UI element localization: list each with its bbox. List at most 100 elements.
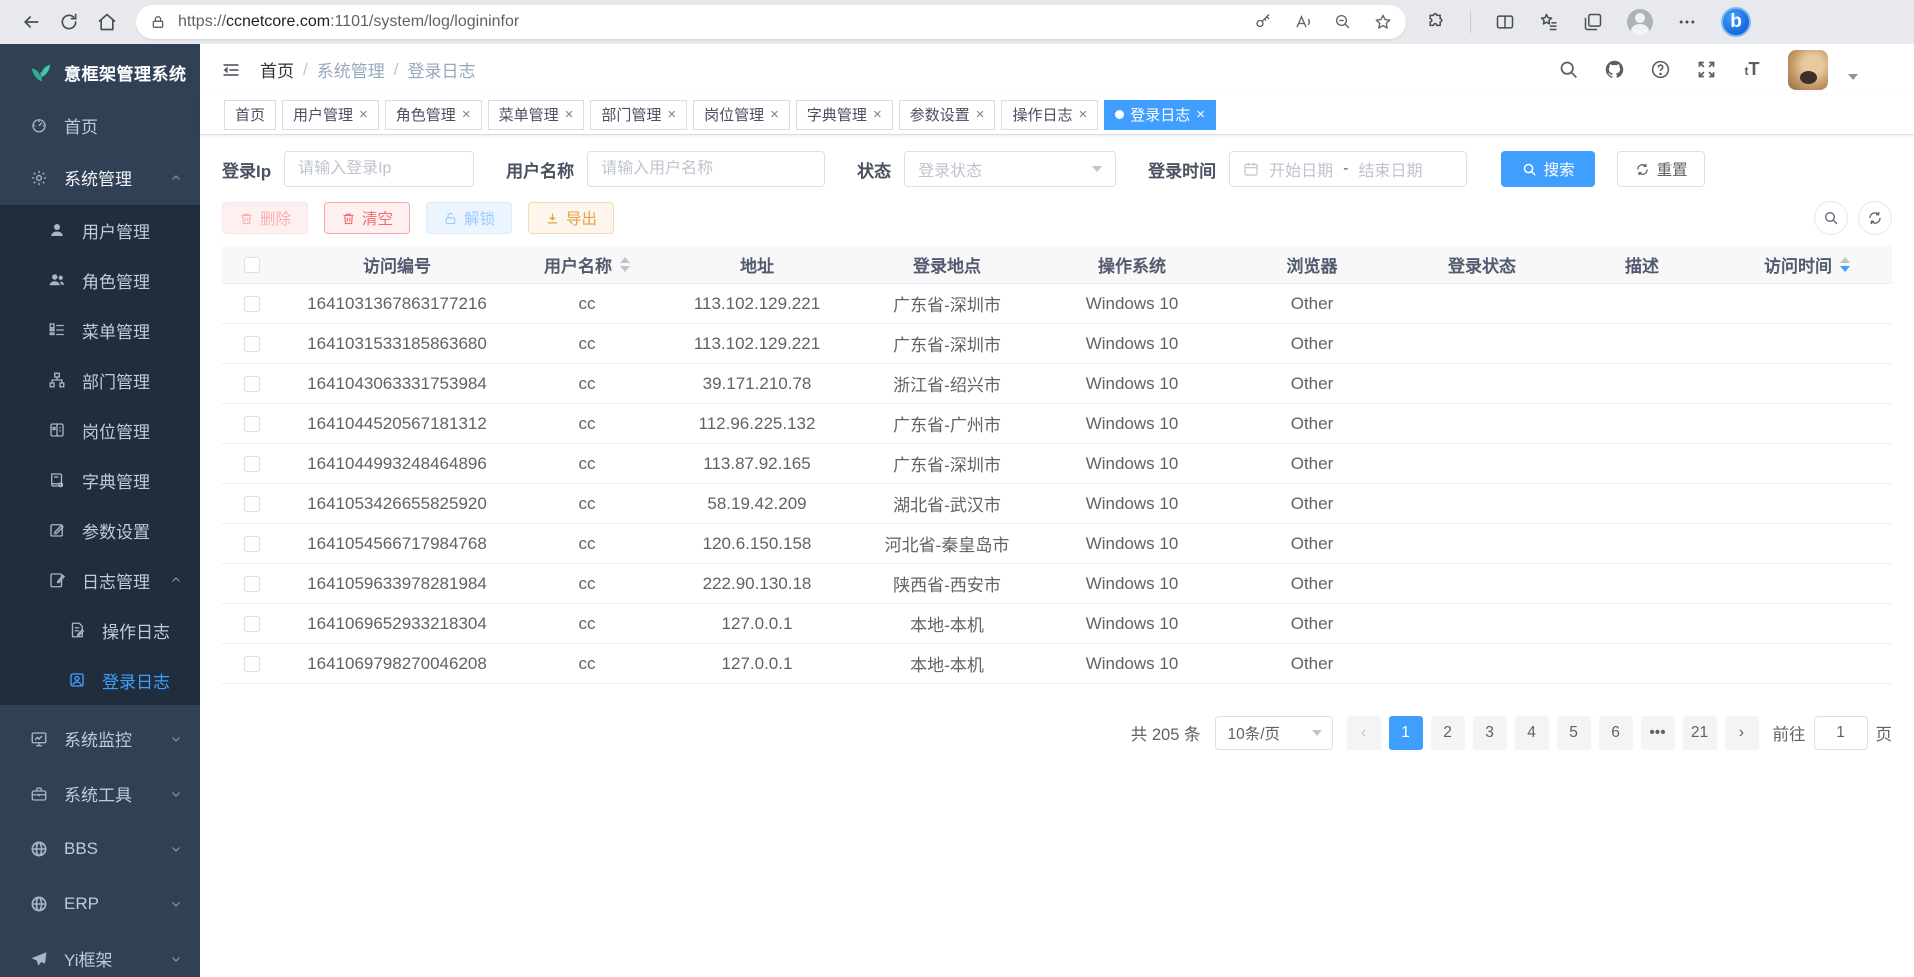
collections-icon[interactable] bbox=[1583, 12, 1603, 32]
tab-login-log[interactable]: 登录日志× bbox=[1104, 100, 1216, 130]
sidebar-item-dict-management[interactable]: 字典管理 bbox=[0, 455, 200, 505]
tab-dict-management[interactable]: 字典管理× bbox=[796, 100, 893, 130]
browser-home-button[interactable] bbox=[88, 5, 126, 39]
toggle-search-button[interactable] bbox=[1814, 201, 1848, 235]
close-icon[interactable]: × bbox=[565, 107, 574, 122]
close-icon[interactable]: × bbox=[359, 107, 368, 122]
clear-button[interactable]: 清空 bbox=[324, 202, 410, 234]
table-row[interactable]: 1641044993248464896 cc 113.87.92.165 广东省… bbox=[222, 444, 1892, 484]
zoom-indicator-icon[interactable] bbox=[1334, 13, 1352, 31]
page-button-4[interactable]: 4 bbox=[1515, 716, 1549, 750]
more-pages-button[interactable]: ••• bbox=[1641, 716, 1675, 750]
sidebar-item-parameter-settings[interactable]: 参数设置 bbox=[0, 505, 200, 555]
sidebar-item-erp[interactable]: ERP bbox=[0, 876, 200, 931]
login-ip-field[interactable] bbox=[284, 151, 474, 187]
page-button-6[interactable]: 6 bbox=[1599, 716, 1633, 750]
sidebar-item-system-management[interactable]: 系统管理 bbox=[0, 150, 200, 205]
close-icon[interactable]: × bbox=[1079, 107, 1088, 122]
next-page-button[interactable]: › bbox=[1725, 716, 1759, 750]
tab-home[interactable]: 首页 bbox=[224, 100, 276, 130]
table-row[interactable]: 1641053426655825920 cc 58.19.42.209 湖北省-… bbox=[222, 484, 1892, 524]
table-row[interactable]: 1641031533185863680 cc 113.102.129.221 广… bbox=[222, 324, 1892, 364]
goto-page-input[interactable] bbox=[1814, 716, 1868, 750]
help-button[interactable] bbox=[1644, 54, 1676, 86]
password-key-icon[interactable] bbox=[1254, 13, 1272, 31]
font-size-button[interactable]: tT bbox=[1736, 54, 1768, 86]
row-checkbox[interactable] bbox=[244, 496, 260, 512]
address-bar[interactable]: https://ccnetcore.com:1101/system/log/lo… bbox=[136, 5, 1406, 39]
close-icon[interactable]: × bbox=[770, 107, 779, 122]
sidebar-item-bbs[interactable]: BBS bbox=[0, 821, 200, 876]
page-size-select[interactable]: 10条/页 bbox=[1215, 716, 1333, 750]
table-row[interactable]: 1641031367863177216 cc 113.102.129.221 广… bbox=[222, 284, 1892, 324]
sort-control[interactable] bbox=[1840, 257, 1850, 272]
end-date-placeholder[interactable]: 结束日期 bbox=[1358, 157, 1422, 181]
tab-role-management[interactable]: 角色管理× bbox=[385, 100, 482, 130]
fullscreen-button[interactable] bbox=[1690, 54, 1722, 86]
page-button-1[interactable]: 1 bbox=[1389, 716, 1423, 750]
table-row[interactable]: 1641054566717984768 cc 120.6.150.158 河北省… bbox=[222, 524, 1892, 564]
sidebar-item-system-tools[interactable]: 系统工具 bbox=[0, 766, 200, 821]
start-date-placeholder[interactable]: 开始日期 bbox=[1269, 157, 1333, 181]
sidebar-item-log-management[interactable]: 日志管理 bbox=[0, 555, 200, 605]
sidebar-item-yi-framework[interactable]: Yi框架 bbox=[0, 931, 200, 977]
browser-back-button[interactable] bbox=[12, 5, 50, 39]
tab-parameter-settings[interactable]: 参数设置× bbox=[899, 100, 996, 130]
avatar-caret-down-icon[interactable] bbox=[1848, 74, 1858, 80]
sort-desc-icon-active[interactable] bbox=[1840, 266, 1850, 272]
row-checkbox[interactable] bbox=[244, 576, 260, 592]
col-visit-time[interactable]: 访问时间 bbox=[1722, 252, 1892, 277]
row-checkbox[interactable] bbox=[244, 296, 260, 312]
breadcrumb-system[interactable]: 系统管理 bbox=[317, 57, 385, 82]
favorites-hub-icon[interactable] bbox=[1539, 12, 1559, 32]
status-select[interactable]: 登录状态 bbox=[904, 151, 1116, 187]
sidebar-item-post-management[interactable]: 岗位管理 bbox=[0, 405, 200, 455]
add-favorite-star-icon[interactable] bbox=[1374, 13, 1392, 31]
close-icon[interactable]: × bbox=[667, 107, 676, 122]
sidebar-item-system-monitor[interactable]: 系统监控 bbox=[0, 711, 200, 766]
sidebar-item-operation-log[interactable]: 操作日志 bbox=[0, 605, 200, 655]
browser-profile-avatar[interactable] bbox=[1627, 9, 1653, 35]
page-button-2[interactable]: 2 bbox=[1431, 716, 1465, 750]
table-row[interactable]: 1641069652933218304 cc 127.0.0.1 本地-本机 W… bbox=[222, 604, 1892, 644]
close-icon[interactable]: × bbox=[462, 107, 471, 122]
read-aloud-icon[interactable] bbox=[1294, 13, 1312, 31]
sort-control[interactable] bbox=[620, 257, 630, 272]
date-range-picker[interactable]: 开始日期 - 结束日期 bbox=[1229, 151, 1467, 187]
close-icon[interactable]: × bbox=[976, 107, 985, 122]
row-checkbox[interactable] bbox=[244, 616, 260, 632]
table-row[interactable]: 1641059633978281984 cc 222.90.130.18 陕西省… bbox=[222, 564, 1892, 604]
collapse-sidebar-button[interactable] bbox=[214, 53, 248, 87]
close-icon[interactable]: × bbox=[1196, 107, 1205, 122]
delete-button[interactable]: 删除 bbox=[222, 202, 308, 234]
row-checkbox[interactable] bbox=[244, 656, 260, 672]
sort-desc-icon[interactable] bbox=[620, 266, 630, 272]
page-button-3[interactable]: 3 bbox=[1473, 716, 1507, 750]
reset-button[interactable]: 重置 bbox=[1617, 151, 1705, 187]
extensions-puzzle-icon[interactable] bbox=[1426, 12, 1446, 32]
sidebar-item-user-management[interactable]: 用户管理 bbox=[0, 205, 200, 255]
row-checkbox[interactable] bbox=[244, 416, 260, 432]
header-search-button[interactable] bbox=[1552, 54, 1584, 86]
login-ip-input[interactable] bbox=[298, 160, 460, 178]
user-name-input[interactable] bbox=[601, 160, 811, 178]
url-text[interactable]: https://ccnetcore.com:1101/system/log/lo… bbox=[178, 13, 1254, 31]
tab-department-management[interactable]: 部门管理× bbox=[590, 100, 687, 130]
sidebar-item-menu-management[interactable]: 菜单管理 bbox=[0, 305, 200, 355]
page-button-5[interactable]: 5 bbox=[1557, 716, 1591, 750]
row-checkbox[interactable] bbox=[244, 336, 260, 352]
split-screen-icon[interactable] bbox=[1495, 12, 1515, 32]
tab-post-management[interactable]: 岗位管理× bbox=[693, 100, 790, 130]
col-user-name[interactable]: 用户名称 bbox=[512, 252, 662, 277]
tab-operation-log[interactable]: 操作日志× bbox=[1001, 100, 1098, 130]
unlock-button[interactable]: 解锁 bbox=[426, 202, 512, 234]
tab-menu-management[interactable]: 菜单管理× bbox=[488, 100, 585, 130]
select-all-checkbox[interactable] bbox=[244, 257, 260, 273]
sidebar-item-login-log[interactable]: 登录日志 bbox=[0, 655, 200, 705]
sidebar-item-home[interactable]: 首页 bbox=[0, 100, 200, 150]
sidebar-item-department-management[interactable]: 部门管理 bbox=[0, 355, 200, 405]
row-checkbox[interactable] bbox=[244, 456, 260, 472]
bing-copilot-icon[interactable]: b bbox=[1721, 7, 1751, 37]
prev-page-button[interactable]: ‹ bbox=[1347, 716, 1381, 750]
github-link-button[interactable] bbox=[1598, 54, 1630, 86]
